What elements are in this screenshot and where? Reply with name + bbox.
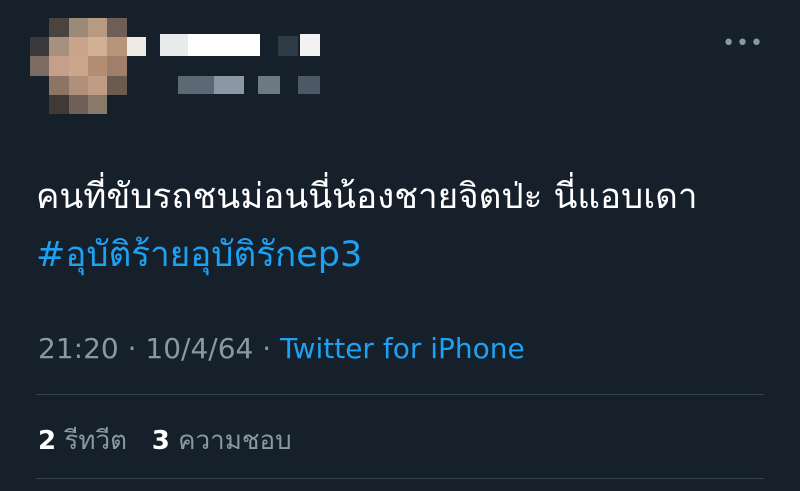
retweets-count: 2 [38, 426, 57, 456]
tweet-text: คนที่ขับรถชนม่อนนี่น้องชายจิตป่ะ นี่แอบเ… [36, 168, 766, 284]
tweet-body: คนที่ขับรถชนม่อนนี่น้องชายจิตป่ะ นี่แอบเ… [36, 177, 698, 217]
tweet-card: ••• คนที่ขับรถชนม่อนนี่น้องชายจิตป่ะ นี่… [0, 0, 800, 491]
tweet-time[interactable]: 21:20 [38, 332, 119, 365]
divider [36, 478, 764, 479]
username-redacted[interactable] [178, 76, 328, 96]
retweets-label: รีทวีต [64, 426, 127, 456]
avatar[interactable] [30, 18, 146, 114]
retweets-stat[interactable]: 2 รีทวีต [38, 426, 135, 456]
likes-label: ความชอบ [178, 426, 292, 456]
display-name-redacted[interactable] [160, 34, 330, 58]
separator: · [127, 332, 137, 365]
tweet-timestamp-row: 21:20 · 10/4/64 · Twitter for iPhone [38, 332, 525, 365]
divider [36, 394, 764, 395]
tweet-date[interactable]: 10/4/64 [145, 332, 253, 365]
likes-count: 3 [151, 426, 170, 456]
hashtag-link[interactable]: #อุบัติร้ายอุบัติรักep3 [36, 235, 362, 275]
separator: · [262, 332, 272, 365]
more-options-icon[interactable]: ••• [722, 33, 764, 55]
likes-stat[interactable]: 3 ความชอบ [152, 426, 292, 456]
tweet-stats: 2 รีทวีต 3 ความชอบ [38, 420, 292, 461]
tweet-source-link[interactable]: Twitter for iPhone [280, 332, 525, 365]
